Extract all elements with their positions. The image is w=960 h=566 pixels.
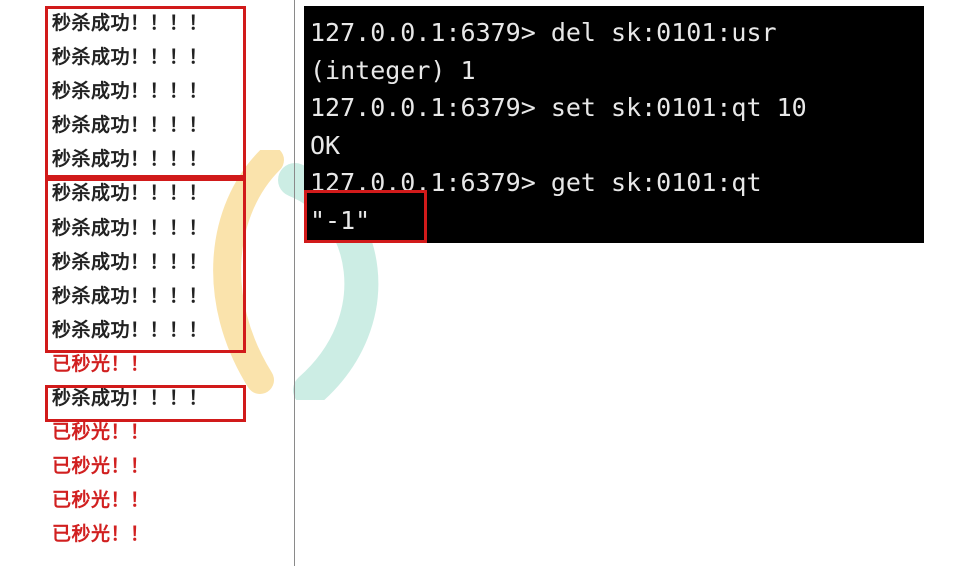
log-line: 已秒光！！ <box>52 489 150 512</box>
log-line: 秒杀成功！！！！ <box>52 114 209 137</box>
log-line: 已秒光！！ <box>52 455 150 478</box>
seckill-log-panel: 秒杀成功！！！！ 秒杀成功！！！！ 秒杀成功！！！！ 秒杀成功！！！！ 秒杀成功… <box>50 6 245 552</box>
panel-divider <box>294 0 295 566</box>
terminal-line: OK <box>310 130 341 160</box>
log-line: 已秒光！！ <box>52 523 150 546</box>
terminal-result-line: "-1" <box>310 205 371 235</box>
terminal-line: (integer) 1 <box>310 55 476 85</box>
terminal-line: 127.0.0.1:6379> del sk:0101:usr <box>310 18 777 47</box>
log-line: 秒杀成功！！！！ <box>52 148 209 171</box>
terminal-line: 127.0.0.1:6379> get sk:0101:qt <box>310 168 762 197</box>
log-line: 秒杀成功！！！！ <box>52 182 209 205</box>
redis-cli-terminal[interactable]: 127.0.0.1:6379> del sk:0101:usr (integer… <box>304 6 924 243</box>
log-line: 秒杀成功！！！！ <box>52 250 209 273</box>
log-line: 秒杀成功！！！！ <box>52 12 209 34</box>
log-line: 已秒光！！ <box>52 421 150 444</box>
log-line: 秒杀成功！！！！ <box>52 46 209 69</box>
log-line: 秒杀成功！！！！ <box>52 80 209 103</box>
log-line: 秒杀成功！！！！ <box>52 387 209 410</box>
log-line: 已秒光！！ <box>52 352 150 375</box>
log-line: 秒杀成功！！！！ <box>52 216 209 239</box>
screenshot-page: 秒杀成功！！！！ 秒杀成功！！！！ 秒杀成功！！！！ 秒杀成功！！！！ 秒杀成功… <box>0 0 960 566</box>
log-line: 秒杀成功！！！！ <box>52 284 209 307</box>
log-line: 秒杀成功！！！！ <box>52 318 209 341</box>
terminal-line: 127.0.0.1:6379> set sk:0101:qt 10 <box>310 93 807 122</box>
